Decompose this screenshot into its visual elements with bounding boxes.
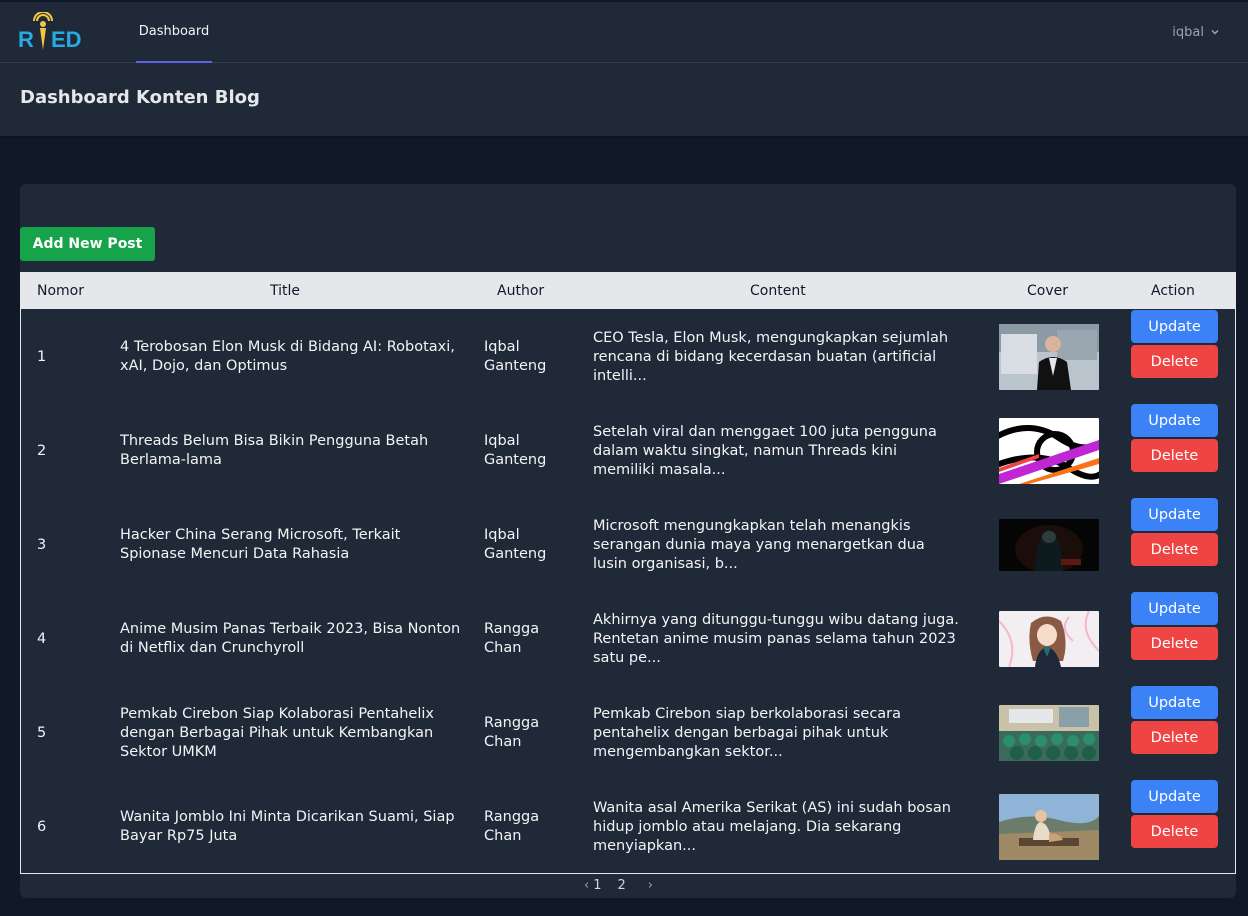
row-title: Pemkab Cirebon Siap Kolaborasi Pentaheli… [120, 705, 434, 760]
row-title: Wanita Jomblo Ini Minta Dicarikan Suami,… [120, 809, 455, 844]
cover-image [999, 794, 1099, 860]
delete-button[interactable]: Delete [1131, 533, 1218, 566]
page-title: Dashboard Konten Blog [20, 87, 260, 108]
update-button[interactable]: Update [1131, 310, 1218, 343]
delete-button[interactable]: Delete [1131, 721, 1218, 754]
cover-image [999, 519, 1099, 571]
row-content: Pemkab Cirebon siap berkolaborasi secara… [593, 705, 902, 760]
add-new-post-button[interactable]: Add New Post [20, 227, 155, 261]
delete-button[interactable]: Delete [1131, 627, 1218, 660]
row-content: Wanita asal Amerika Serikat (AS) ini sud… [593, 799, 951, 854]
top-navbar: R ED Dashboard iqbal [0, 0, 1248, 63]
table-row: 4 Anime Musim Panas Terbaik 2023, Bisa N… [21, 592, 1235, 686]
chevron-down-icon [1211, 29, 1219, 35]
update-button[interactable]: Update [1131, 592, 1218, 625]
cover-image [999, 324, 1099, 390]
table-row: 5 Pemkab Cirebon Siap Kolaborasi Pentahe… [21, 686, 1235, 780]
cover-image [999, 705, 1099, 761]
row-title: 4 Terobosan Elon Musk di Bidang AI: Robo… [120, 339, 455, 374]
pagination-next[interactable]: › [644, 878, 657, 893]
row-number: 2 [37, 442, 47, 459]
row-title: Hacker China Serang Microsoft, Terkait S… [120, 527, 401, 562]
pagination-page-1[interactable]: 1 [593, 878, 605, 893]
nav-link-dashboard[interactable]: Dashboard [136, 2, 212, 63]
svg-text:ED: ED [51, 27, 82, 52]
svg-text:R: R [18, 27, 34, 52]
row-content: Setelah viral dan menggaet 100 juta peng… [593, 423, 937, 478]
row-author: Rangga Chan [484, 715, 540, 750]
update-button[interactable]: Update [1131, 686, 1218, 719]
row-content: CEO Tesla, Elon Musk, mengungkapkan seju… [593, 329, 949, 384]
pagination-prev[interactable]: ‹ [580, 878, 593, 893]
row-title: Anime Musim Panas Terbaik 2023, Bisa Non… [120, 621, 461, 656]
cover-image [999, 418, 1099, 484]
row-author: Iqbal Ganteng [484, 527, 547, 562]
posts-table: Nomor Title Author Content Cover Action … [20, 272, 1236, 874]
update-button[interactable]: Update [1131, 780, 1218, 813]
delete-button[interactable]: Delete [1131, 345, 1218, 378]
table-header: Nomor Title Author Content Cover Action [21, 273, 1235, 309]
cover-image [999, 611, 1099, 667]
page-header: Dashboard Konten Blog [0, 63, 1248, 136]
row-number: 6 [37, 818, 47, 835]
column-header-nomor: Nomor [37, 283, 84, 299]
pagination: ‹ 1 2 › [580, 876, 657, 894]
row-author: Rangga Chan [484, 621, 540, 656]
user-menu[interactable]: iqbal [1172, 20, 1220, 44]
row-number: 1 [37, 348, 47, 365]
row-author: Iqbal Ganteng [484, 339, 547, 374]
column-header-title: Title [270, 283, 301, 299]
brand-logo[interactable]: R ED [18, 11, 98, 52]
row-number: 3 [37, 536, 47, 553]
row-author: Iqbal Ganteng [484, 433, 547, 468]
column-header-cover: Cover [1027, 283, 1068, 299]
table-row: 6 Wanita Jomblo Ini Minta Dicarikan Suam… [21, 780, 1235, 874]
column-header-content: Content [750, 283, 806, 299]
row-title: Threads Belum Bisa Bikin Pengguna Betah … [120, 433, 429, 468]
pagination-page-2[interactable]: 2 [605, 878, 643, 893]
row-number: 4 [37, 630, 47, 647]
user-name: iqbal [1172, 24, 1204, 40]
delete-button[interactable]: Delete [1131, 815, 1218, 848]
row-content: Akhirnya yang ditunggu-tunggu wibu datan… [593, 611, 959, 666]
row-number: 5 [37, 724, 47, 741]
table-row: 3 Hacker China Serang Microsoft, Terkait… [21, 498, 1235, 592]
row-content: Microsoft mengungkapkan telah menangkis … [593, 517, 925, 572]
row-author: Rangga Chan [484, 809, 540, 844]
column-header-author: Author [497, 283, 545, 299]
table-row: 1 4 Terobosan Elon Musk di Bidang AI: Ro… [21, 310, 1235, 404]
update-button[interactable]: Update [1131, 498, 1218, 531]
delete-button[interactable]: Delete [1131, 439, 1218, 472]
update-button[interactable]: Update [1131, 404, 1218, 437]
table-row: 2 Threads Belum Bisa Bikin Pengguna Beta… [21, 404, 1235, 498]
column-header-action: Action [1151, 283, 1195, 299]
